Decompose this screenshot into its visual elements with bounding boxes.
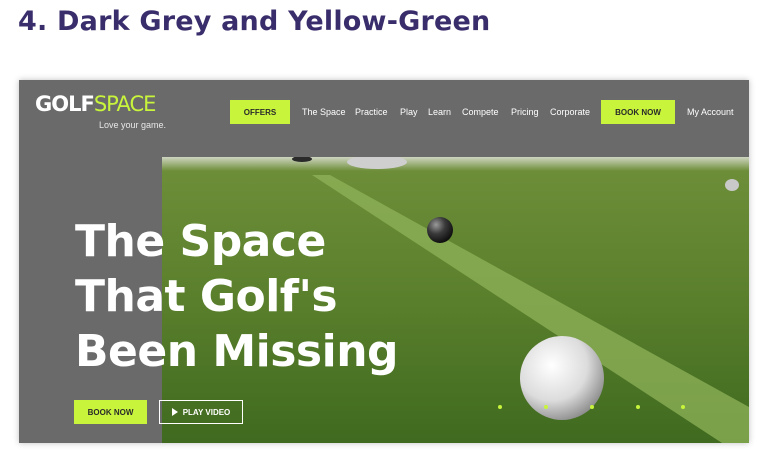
nav-link-compete[interactable]: Compete (462, 107, 499, 117)
logo-tagline: Love your game. (99, 120, 167, 130)
site-header: GOLFSPACE Love your game. OFFERS The Spa… (19, 80, 749, 157)
my-account-link[interactable]: My Account (687, 107, 734, 117)
nav-link-corporate[interactable]: Corporate (550, 107, 590, 117)
carousel-dot[interactable] (590, 405, 594, 409)
website-screenshot: GOLFSPACE Love your game. OFFERS The Spa… (19, 80, 749, 443)
play-video-button[interactable]: PLAY VIDEO (159, 400, 243, 424)
nav-link-the-space[interactable]: The Space (302, 107, 346, 117)
carousel-dot[interactable] (636, 405, 640, 409)
book-now-hero-button[interactable]: BOOK NOW (74, 400, 147, 424)
hero-title-line: The Space (75, 216, 326, 267)
hero-title-line: That Golf's (75, 271, 338, 322)
section-heading: 4. Dark Grey and Yellow-Green (18, 6, 491, 37)
carousel-dot[interactable] (498, 405, 502, 409)
carousel-dot[interactable] (544, 405, 548, 409)
golfspace-logo[interactable]: GOLFSPACE (35, 92, 157, 116)
offers-button[interactable]: OFFERS (230, 100, 290, 124)
carousel-indicators (19, 405, 749, 411)
book-now-header-button[interactable]: BOOK NOW (601, 100, 675, 124)
nav-link-pricing[interactable]: Pricing (511, 107, 539, 117)
nav-link-play[interactable]: Play (400, 107, 418, 117)
carousel-dot[interactable] (681, 405, 685, 409)
logo-golf: GOLF (35, 92, 95, 116)
hero-title-line: Been Missing (75, 326, 399, 377)
nav-link-learn[interactable]: Learn (428, 107, 451, 117)
nav-link-practice[interactable]: Practice (355, 107, 388, 117)
logo-space: SPACE (93, 92, 157, 116)
hero-title: The Space That Golf's Been Missing (75, 214, 399, 379)
